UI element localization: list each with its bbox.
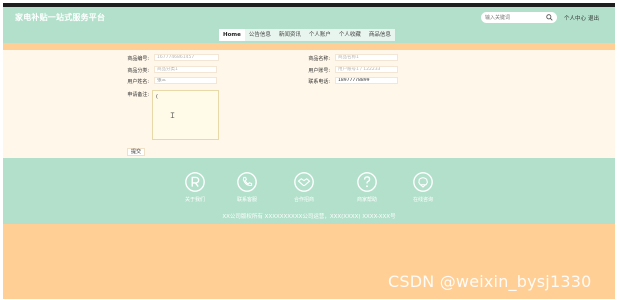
search-input[interactable]: [485, 12, 543, 23]
nav-menu: Home 公告信息 新闻资讯 个人账户 个人收藏 商品信息: [219, 29, 395, 41]
footer-item-service[interactable]: 联系客服: [227, 171, 267, 203]
nav-item-announcements[interactable]: 公告信息: [245, 29, 275, 41]
site-brand[interactable]: 家电补贴一站式服务平台: [15, 12, 105, 23]
handshake-icon: [294, 172, 314, 192]
search-icon[interactable]: [546, 14, 553, 21]
footer-label-about: 关于我们: [184, 197, 205, 203]
application-form: 商品编号: 1677746861457 商品名称: 商品名称1 商品分类: 商品…: [3, 50, 615, 158]
footer-item-about[interactable]: 关于我们: [175, 171, 215, 203]
remark-text: (: [156, 94, 158, 100]
footer-item-help[interactable]: 商家帮助: [347, 171, 387, 203]
product-no-field[interactable]: 1677746861457: [154, 54, 219, 61]
remark-textarea[interactable]: ( Ｉ: [152, 90, 219, 140]
phone-icon: [237, 172, 257, 192]
product-category-label: 商品分类:: [127, 68, 149, 74]
product-no-label: 商品编号:: [127, 56, 149, 62]
logout-link[interactable]: 退出: [588, 14, 599, 22]
page: 家电补贴一站式服务平台 个人中心 退出 Home 公告信息 新闻资讯 个人账户 …: [3, 3, 615, 299]
search-box[interactable]: [481, 12, 557, 23]
registered-icon: [185, 172, 205, 192]
personal-center-link[interactable]: 个人中心: [564, 14, 586, 22]
footer-label-service: 联系客服: [236, 197, 257, 203]
submit-button[interactable]: 提交: [127, 148, 145, 156]
header: 家电补贴一站式服务平台 个人中心 退出: [3, 7, 615, 27]
remark-label: 申请备注:: [127, 92, 149, 98]
user-name-label: 用户姓名:: [127, 79, 149, 85]
product-name-label: 商品名称:: [308, 56, 330, 62]
navbar: Home 公告信息 新闻资讯 个人账户 个人收藏 商品信息: [3, 27, 615, 43]
nav-item-products[interactable]: 商品信息: [365, 29, 395, 41]
copyright-text: XX公司版权所有 XXXXXXXXXX公司运营，XXX(XXXX) XXXX-X…: [222, 214, 396, 220]
nav-item-home[interactable]: Home: [219, 29, 245, 41]
banner-strip: [3, 43, 615, 50]
footer: 关于我们 联系客服 合作招商 商家帮助 在线咨询 XX公司版权所有 XXXXXX…: [3, 158, 615, 224]
question-icon: [357, 172, 377, 192]
footer-label-consult: 在线咨询: [412, 197, 433, 203]
nav-item-favorites[interactable]: 个人收藏: [335, 29, 365, 41]
nav-item-account[interactable]: 个人账户: [305, 29, 335, 41]
footer-label-partners: 合作招商: [293, 197, 314, 203]
nav-item-news[interactable]: 新闻资讯: [275, 29, 305, 41]
phone-field[interactable]: 18977778899: [335, 77, 398, 84]
product-name-field[interactable]: 商品名称1: [335, 54, 398, 61]
headset-icon: [413, 172, 433, 192]
footer-item-partners[interactable]: 合作招商: [284, 171, 324, 203]
user-account-label: 用户账号:: [308, 68, 330, 74]
phone-label: 联系电话:: [308, 79, 330, 85]
csdn-watermark: CSDN @weixin_bysj1330: [388, 272, 592, 291]
text-cursor-icon: Ｉ: [169, 112, 176, 120]
user-account-field[interactable]: 用户账号1 / 122233: [335, 66, 398, 73]
product-category-field[interactable]: 商品分类1: [154, 66, 217, 73]
user-name-field[interactable]: 张三: [154, 77, 217, 84]
footer-label-help: 商家帮助: [356, 197, 377, 203]
footer-item-consult[interactable]: 在线咨询: [403, 171, 443, 203]
